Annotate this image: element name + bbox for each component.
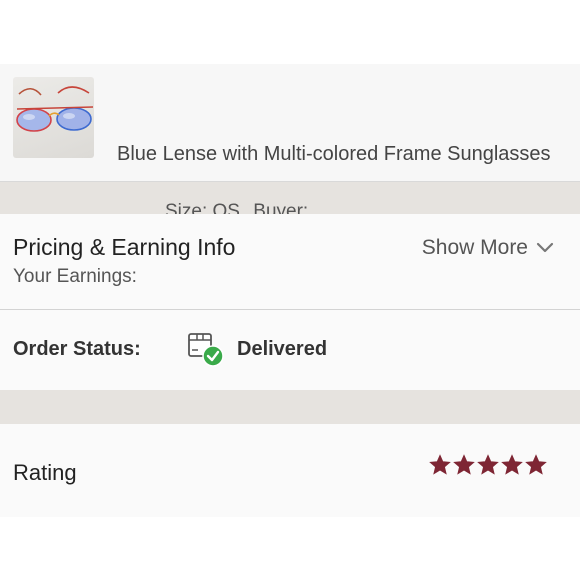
- pricing-title: Pricing & Earning Info: [13, 234, 236, 260]
- rating-label: Rating: [13, 460, 77, 485]
- top-spacer: [0, 0, 580, 64]
- star-icon: [429, 454, 451, 475]
- item-thumbnail[interactable]: [13, 77, 94, 158]
- rating-section: Rating: [0, 424, 580, 517]
- show-more-label: Show More: [421, 236, 528, 259]
- pricing-section: Pricing & Earning Info Your Earnings: Sh…: [0, 214, 580, 310]
- star-icon: [501, 454, 523, 475]
- order-status-section: Order Status: Delivered: [0, 310, 580, 390]
- package-delivered-icon: [188, 333, 224, 367]
- sunglasses-image: [16, 86, 94, 132]
- section-divider: [0, 390, 580, 424]
- item-card[interactable]: Blue Lense with Multi-colored Frame Sung…: [0, 64, 580, 222]
- order-status-value: Delivered: [237, 338, 328, 360]
- bottom-spacer: [0, 517, 580, 582]
- your-earnings-label: Your Earnings:: [13, 266, 137, 287]
- item-title[interactable]: Blue Lense with Multi-colored Frame Sung…: [117, 140, 557, 169]
- star-icon: [453, 454, 475, 475]
- star-rating[interactable]: [429, 454, 547, 476]
- show-more-button[interactable]: Show More: [422, 236, 554, 260]
- star-icon: [477, 454, 499, 475]
- chevron-down-icon: [536, 242, 554, 253]
- star-icon: [525, 454, 547, 475]
- order-status-label: Order Status:: [13, 338, 141, 360]
